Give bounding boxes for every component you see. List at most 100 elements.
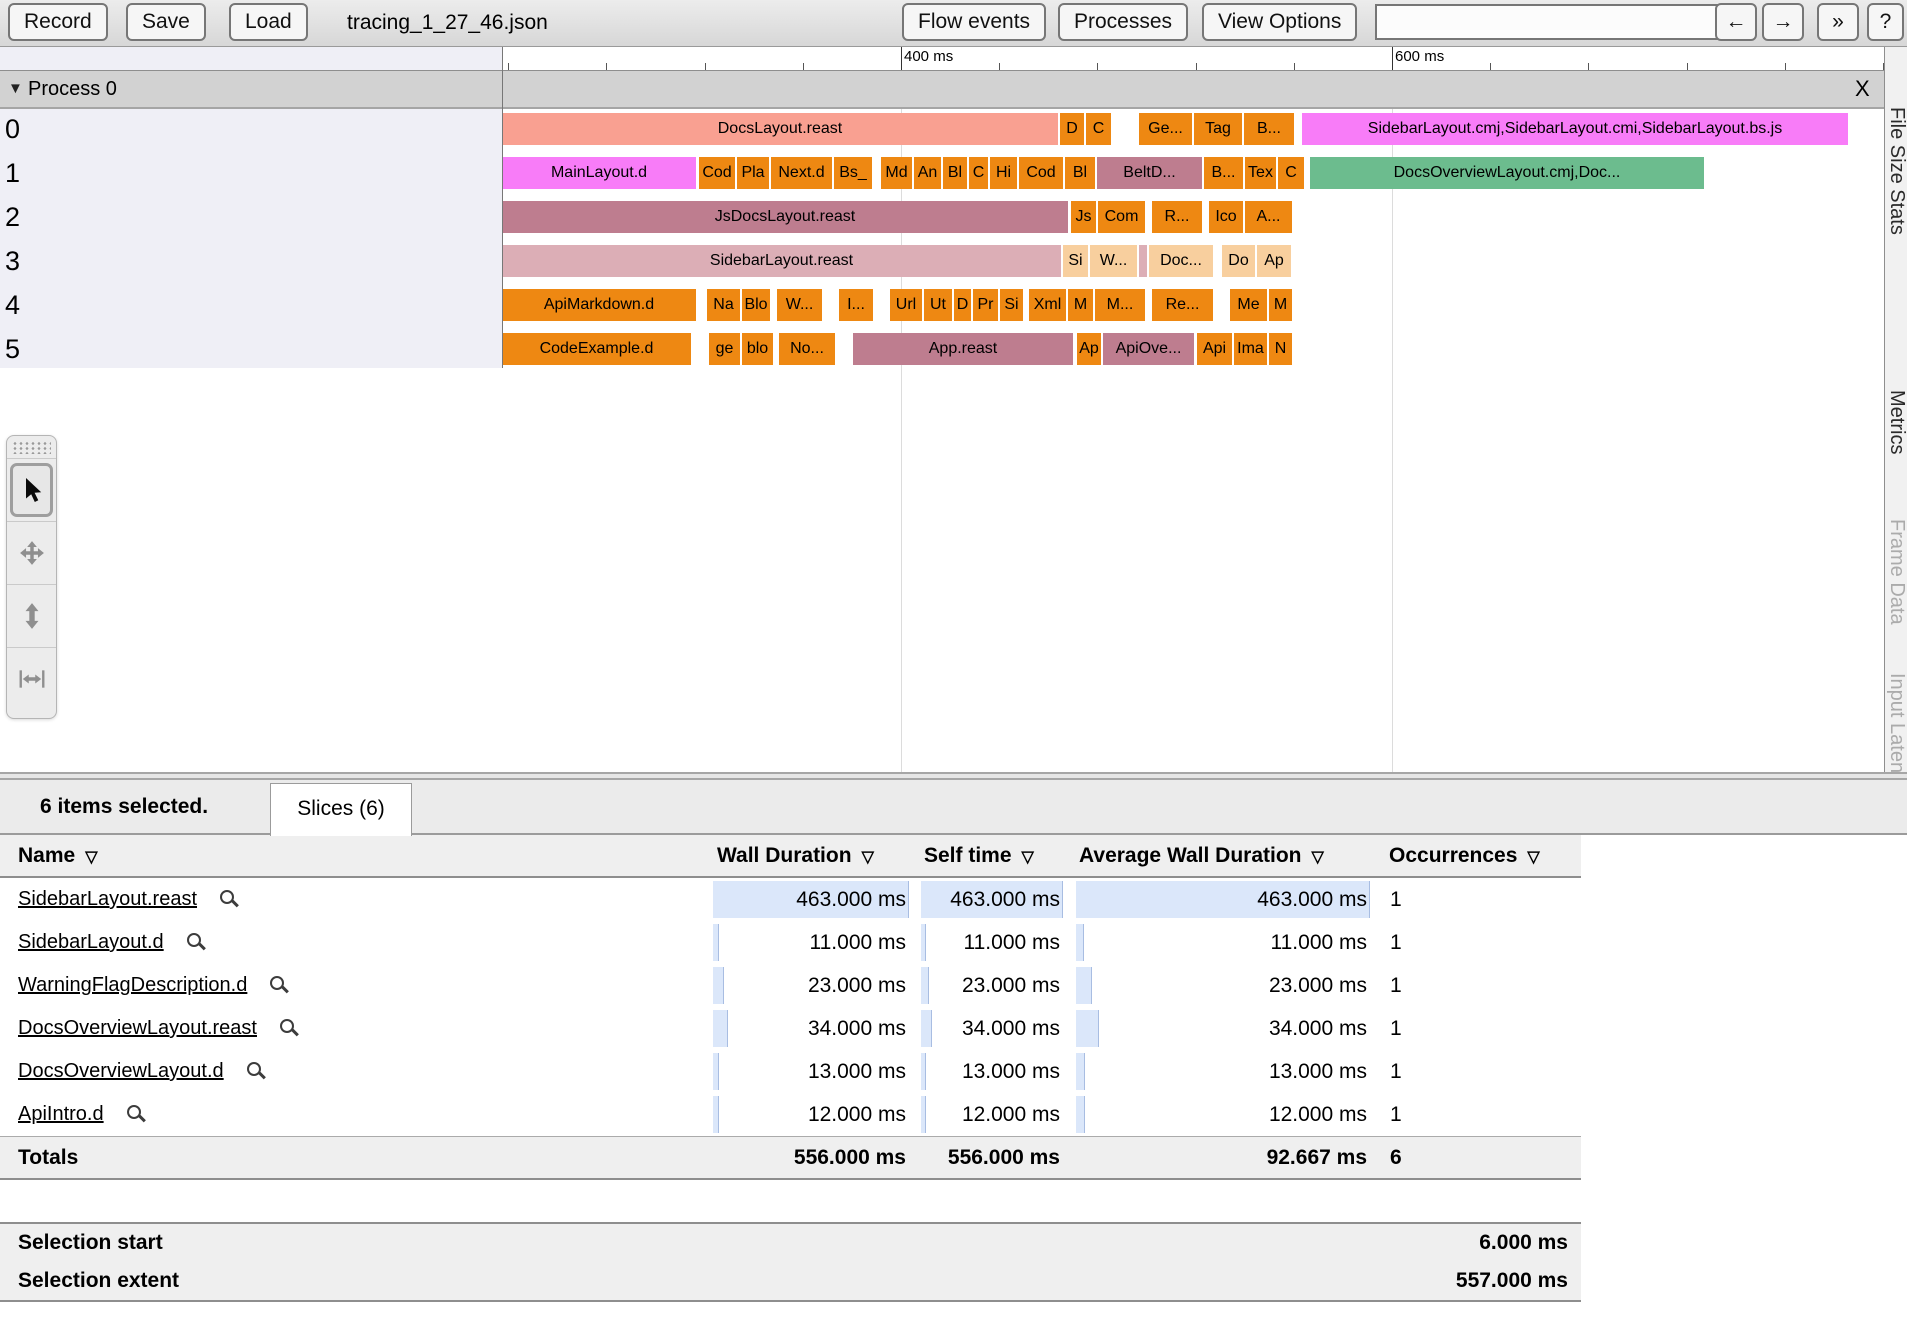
trace-slice[interactable]: Si xyxy=(1000,289,1023,321)
selection-tool-button[interactable] xyxy=(7,458,56,521)
trace-slice[interactable]: Tag xyxy=(1194,113,1242,145)
trace-slice[interactable]: An xyxy=(914,157,941,189)
tab-file-size-stats[interactable]: File Size Stats xyxy=(1885,107,1907,235)
sort-triangle-icon[interactable]: ▽ xyxy=(1527,849,1539,866)
trace-slice[interactable]: Na xyxy=(707,289,740,321)
trace-slice[interactable]: C xyxy=(969,157,988,189)
trace-slice[interactable]: Md xyxy=(881,157,912,189)
trace-slice[interactable]: C xyxy=(1086,113,1111,145)
help-button[interactable]: ? xyxy=(1867,3,1904,41)
slice-name-link[interactable]: WarningFlagDescription.d xyxy=(18,974,247,996)
palette-drag-handle[interactable] xyxy=(12,441,51,454)
trace-slice[interactable]: Tex xyxy=(1245,157,1276,189)
trace-slice[interactable]: BeltD... xyxy=(1097,157,1202,189)
trace-slice[interactable]: Do xyxy=(1222,245,1255,277)
column-header-average-wall-duration[interactable]: Average Wall Duration▽ xyxy=(1079,835,1324,876)
view-options-button[interactable]: View Options xyxy=(1202,3,1357,41)
trace-slice[interactable]: D xyxy=(1060,113,1084,145)
trace-slice[interactable]: SidebarLayout.reast xyxy=(502,245,1061,277)
find-previous-button[interactable]: ← xyxy=(1715,3,1757,41)
tab-metrics[interactable]: Metrics xyxy=(1885,390,1907,454)
trace-slice[interactable]: M xyxy=(1068,289,1093,321)
trace-slice[interactable]: MainLayout.d xyxy=(502,157,696,189)
magnifier-icon[interactable] xyxy=(126,1104,146,1124)
trace-slice[interactable]: Js xyxy=(1071,201,1096,233)
processes-button[interactable]: Processes xyxy=(1058,3,1188,41)
trace-slice[interactable]: Pla xyxy=(737,157,769,189)
trace-slice[interactable]: Doc... xyxy=(1149,245,1213,277)
magnifier-icon[interactable] xyxy=(219,889,239,909)
trace-slice[interactable]: A... xyxy=(1245,201,1292,233)
trace-slice[interactable]: C xyxy=(1278,157,1304,189)
zoom-tool-button[interactable] xyxy=(7,584,56,647)
time-ruler[interactable]: 400 ms600 ms xyxy=(502,47,1884,70)
slice-name-link[interactable]: ApiIntro.d xyxy=(18,1103,104,1125)
trace-slice[interactable]: ApiMarkdown.d xyxy=(502,289,696,321)
trace-slice[interactable]: App.reast xyxy=(853,333,1073,365)
pan-tool-button[interactable] xyxy=(7,521,56,584)
column-header-wall-duration[interactable]: Wall Duration▽ xyxy=(717,835,874,876)
trace-slice[interactable]: Re... xyxy=(1152,289,1213,321)
trace-slice[interactable]: Api xyxy=(1197,333,1232,365)
trace-slice[interactable]: Ap xyxy=(1257,245,1291,277)
column-header-name[interactable]: Name▽ xyxy=(18,835,98,876)
slice-name-link[interactable]: SidebarLayout.reast xyxy=(18,888,197,910)
trace-slice[interactable]: Me xyxy=(1230,289,1267,321)
trace-slice[interactable]: CodeExample.d xyxy=(502,333,691,365)
trace-slice[interactable]: R... xyxy=(1152,201,1202,233)
slice-name-link[interactable]: DocsOverviewLayout.reast xyxy=(18,1017,257,1039)
magnifier-icon[interactable] xyxy=(246,1061,266,1081)
trace-slice[interactable] xyxy=(1139,245,1147,277)
record-button[interactable]: Record xyxy=(8,3,108,41)
sort-triangle-icon[interactable]: ▽ xyxy=(1312,849,1324,866)
search-input[interactable] xyxy=(1375,4,1725,40)
trace-slice[interactable]: Blo xyxy=(742,289,770,321)
trace-slice[interactable]: M xyxy=(1269,289,1292,321)
trace-slice[interactable]: Bl xyxy=(943,157,967,189)
find-next-button[interactable]: → xyxy=(1762,3,1804,41)
collapse-triangle-icon[interactable]: ▼ xyxy=(8,71,23,107)
more-options-button[interactable]: » xyxy=(1817,3,1859,41)
trace-slice[interactable]: Com xyxy=(1098,201,1145,233)
trace-slice[interactable]: blo xyxy=(742,333,773,365)
slice-name-link[interactable]: DocsOverviewLayout.d xyxy=(18,1060,224,1082)
trace-slice[interactable]: Ap xyxy=(1077,333,1101,365)
trace-slice[interactable]: Xml xyxy=(1029,289,1066,321)
trace-slice[interactable]: B... xyxy=(1244,113,1294,145)
trace-slice[interactable]: N xyxy=(1269,333,1292,365)
close-icon[interactable]: X xyxy=(1855,71,1870,107)
trace-slice[interactable]: DocsLayout.reast xyxy=(502,113,1058,145)
trace-slice[interactable]: Si xyxy=(1063,245,1088,277)
trace-slice[interactable]: I... xyxy=(839,289,873,321)
trace-slice[interactable]: Ima xyxy=(1234,333,1267,365)
tab-slices[interactable]: Slices (6) xyxy=(270,783,412,836)
flow-events-button[interactable]: Flow events xyxy=(902,3,1046,41)
trace-slice[interactable]: W... xyxy=(777,289,822,321)
sort-triangle-icon[interactable]: ▽ xyxy=(862,849,874,866)
trace-slice[interactable]: Next.d xyxy=(771,157,832,189)
trace-slice[interactable]: JsDocsLayout.reast xyxy=(502,201,1068,233)
trace-slice[interactable]: Ge... xyxy=(1139,113,1192,145)
magnifier-icon[interactable] xyxy=(186,932,206,952)
timing-tool-button[interactable] xyxy=(7,647,56,710)
trace-slice[interactable]: Pr xyxy=(973,289,998,321)
magnifier-icon[interactable] xyxy=(269,975,289,995)
trace-slice[interactable]: M... xyxy=(1095,289,1145,321)
trace-slice[interactable]: Cod xyxy=(1019,157,1063,189)
magnifier-icon[interactable] xyxy=(279,1018,299,1038)
trace-slice[interactable]: SidebarLayout.cmj,SidebarLayout.cmi,Side… xyxy=(1302,113,1848,145)
trace-slice[interactable]: Url xyxy=(890,289,922,321)
column-header-occurrences[interactable]: Occurrences▽ xyxy=(1389,835,1540,876)
trace-slice[interactable]: DocsOverviewLayout.cmj,Doc... xyxy=(1310,157,1704,189)
trace-slice[interactable]: ApiOve... xyxy=(1103,333,1194,365)
trace-slice[interactable]: Hi xyxy=(990,157,1017,189)
trace-slice[interactable]: D xyxy=(954,289,971,321)
trace-slice[interactable]: Cod xyxy=(699,157,735,189)
tab-frame-data[interactable]: Frame Data xyxy=(1885,519,1907,625)
panel-splitter[interactable] xyxy=(0,772,1907,780)
trace-slice[interactable]: B... xyxy=(1204,157,1243,189)
trace-slice[interactable]: No... xyxy=(779,333,835,365)
trace-slice[interactable]: W... xyxy=(1090,245,1137,277)
trace-slice[interactable]: ge xyxy=(709,333,740,365)
slice-name-link[interactable]: SidebarLayout.d xyxy=(18,931,164,953)
